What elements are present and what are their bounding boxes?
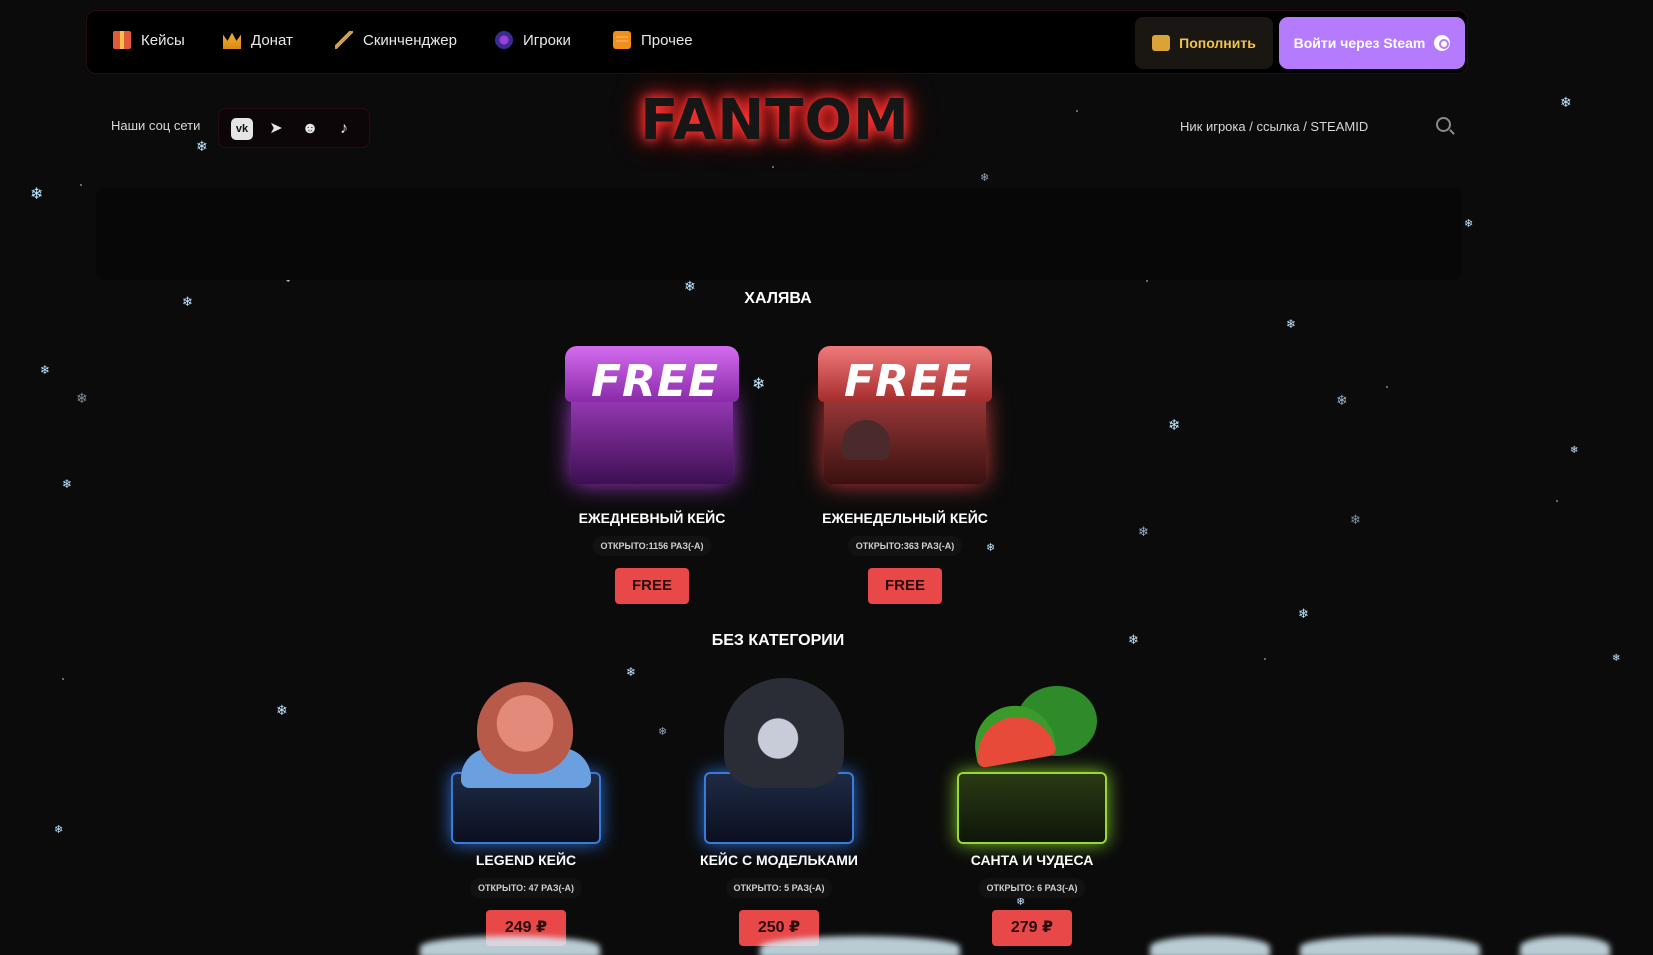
- case-image: [431, 676, 621, 844]
- case-open-count: ОТКРЫТО: 47 РАЗ(-А): [470, 878, 582, 898]
- snowflake-icon: ❄: [182, 295, 193, 310]
- case-name: ЕЖЕДНЕВНЫЙ КЕЙС: [578, 510, 726, 526]
- nav-item-other[interactable]: Прочее: [613, 31, 693, 49]
- snowflake-icon: ❄: [40, 363, 51, 377]
- nav-item-skinchanger[interactable]: Скинченджер: [335, 31, 457, 49]
- topup-button[interactable]: Пополнить: [1135, 17, 1273, 69]
- snowflake-icon: ❄: [76, 391, 88, 407]
- section-title-free: ХАЛЯВА: [744, 290, 812, 307]
- snowflake-icon: ❄: [658, 725, 668, 738]
- nav-item-players[interactable]: Игроки: [495, 31, 571, 49]
- case-art-label: FREE: [590, 356, 720, 407]
- case-image: FREE: [557, 334, 747, 494]
- search-input[interactable]: [1180, 106, 1420, 146]
- steam-login-label: Войти через Steam: [1293, 35, 1426, 51]
- steam-icon: [1434, 35, 1451, 51]
- nav-item-label: Донат: [251, 31, 293, 49]
- case-name: LEGEND КЕЙС: [475, 852, 577, 868]
- rifle-icon: [335, 31, 353, 49]
- case-card-santa[interactable]: САНТА И ЧУДЕСА ОТКРЫТО: 6 РАЗ(-А) 279 ₽: [922, 676, 1142, 946]
- snowflake-icon: ❄: [1336, 393, 1348, 409]
- tiktok-icon[interactable]: ♪: [333, 118, 355, 140]
- case-open-count: ОТКРЫТО:1156 РАЗ(-А): [592, 536, 712, 556]
- nav-item-label: Прочее: [641, 31, 693, 49]
- case-card-legend[interactable]: LEGEND КЕЙС ОТКРЫТО: 47 РАЗ(-А) 249 ₽: [416, 676, 636, 946]
- ticket-icon: [613, 31, 631, 49]
- crown-icon: [223, 32, 241, 49]
- player-search: [1166, 106, 1464, 146]
- snowflake-icon: ❄: [1298, 607, 1309, 622]
- snowflake-icon: ❄: [1612, 653, 1621, 664]
- case-price-button[interactable]: FREE: [615, 568, 689, 604]
- snowflake-icon: ❄: [1464, 217, 1474, 230]
- snowflake-icon: ❄: [1570, 445, 1579, 456]
- snowflake-icon: ❄: [980, 171, 990, 184]
- site-logo[interactable]: FANTOM: [620, 88, 930, 154]
- snowflake-icon: ❄: [62, 477, 73, 491]
- case-image: [937, 676, 1127, 844]
- case-card-weekly[interactable]: FREE ЕЖЕНЕДЕЛЬНЫЙ КЕЙС ОТКРЫТО:363 РАЗ(-…: [795, 334, 1015, 604]
- case-price-button[interactable]: 279 ₽: [992, 910, 1072, 946]
- promo-banner: [96, 188, 1462, 280]
- discord-icon[interactable]: ☻: [299, 118, 321, 140]
- page: ❄ ❄ ❄ ❄ ❄ ❄ ❄ ❄ ❄ ❄ ❄ ❄ ❄ ❄ ❄ ❄ ❄ ❄ ❄ ❄ …: [0, 0, 1653, 955]
- vk-icon[interactable]: vk: [231, 118, 253, 140]
- nav-item-label: Кейсы: [141, 31, 185, 49]
- case-name: ЕЖЕНЕДЕЛЬНЫЙ КЕЙС: [822, 510, 988, 526]
- case-name: САНТА И ЧУДЕСА: [970, 852, 1094, 868]
- snowflake-icon: ❄: [54, 823, 64, 836]
- wallet-icon: [1152, 35, 1171, 51]
- snowflake-icon: ❄: [30, 184, 44, 203]
- case-open-count: ОТКРЫТО: 6 РАЗ(-А): [978, 878, 1086, 898]
- snowflake-icon: ❄: [1138, 525, 1149, 540]
- case-open-count: ОТКРЫТО: 5 РАЗ(-А): [725, 878, 833, 898]
- search-icon[interactable]: [1436, 117, 1451, 132]
- nav-item-label: Скинченджер: [363, 31, 457, 49]
- steam-login-button[interactable]: Войти через Steam: [1279, 17, 1465, 69]
- snowflake-icon: ❄: [1286, 317, 1297, 331]
- section-title-uncategorized: БЕЗ КАТЕГОРИИ: [711, 632, 845, 649]
- snowflake-icon: ❄: [196, 139, 208, 155]
- social-label: Наши соц сети: [111, 118, 201, 133]
- snowflake-icon: ❄: [1350, 513, 1361, 528]
- telegram-icon[interactable]: ➤: [265, 118, 287, 140]
- case-name: КЕЙС С МОДЕЛЬКАМИ: [700, 852, 858, 868]
- topup-label: Пополнить: [1179, 35, 1256, 51]
- case-image: FREE: [810, 334, 1000, 494]
- case-card-models[interactable]: КЕЙС С МОДЕЛЬКАМИ ОТКРЫТО: 5 РАЗ(-А) 250…: [669, 676, 889, 946]
- case-art-label: FREE: [843, 356, 973, 407]
- snowflake-icon: ❄: [276, 703, 288, 719]
- nav-item-cases[interactable]: Кейсы: [113, 31, 185, 49]
- snowflake-icon: ❄: [1128, 633, 1139, 648]
- player-icon: [495, 31, 513, 49]
- case-price-button[interactable]: FREE: [868, 568, 942, 604]
- nav-item-label: Игроки: [523, 31, 571, 49]
- nav-item-donate[interactable]: Донат: [223, 31, 293, 49]
- case-card-daily[interactable]: FREE ЕЖЕДНЕВНЫЙ КЕЙС ОТКРЫТО:1156 РАЗ(-А…: [542, 334, 762, 604]
- case-image: [684, 676, 874, 844]
- social-links: vk ➤ ☻ ♪: [218, 108, 370, 148]
- case-open-count: ОТКРЫТО:363 РАЗ(-А): [847, 536, 963, 556]
- snowflake-icon: ❄: [1560, 95, 1572, 111]
- snowflake-icon: ❄: [1168, 416, 1181, 434]
- gift-icon: [113, 31, 131, 49]
